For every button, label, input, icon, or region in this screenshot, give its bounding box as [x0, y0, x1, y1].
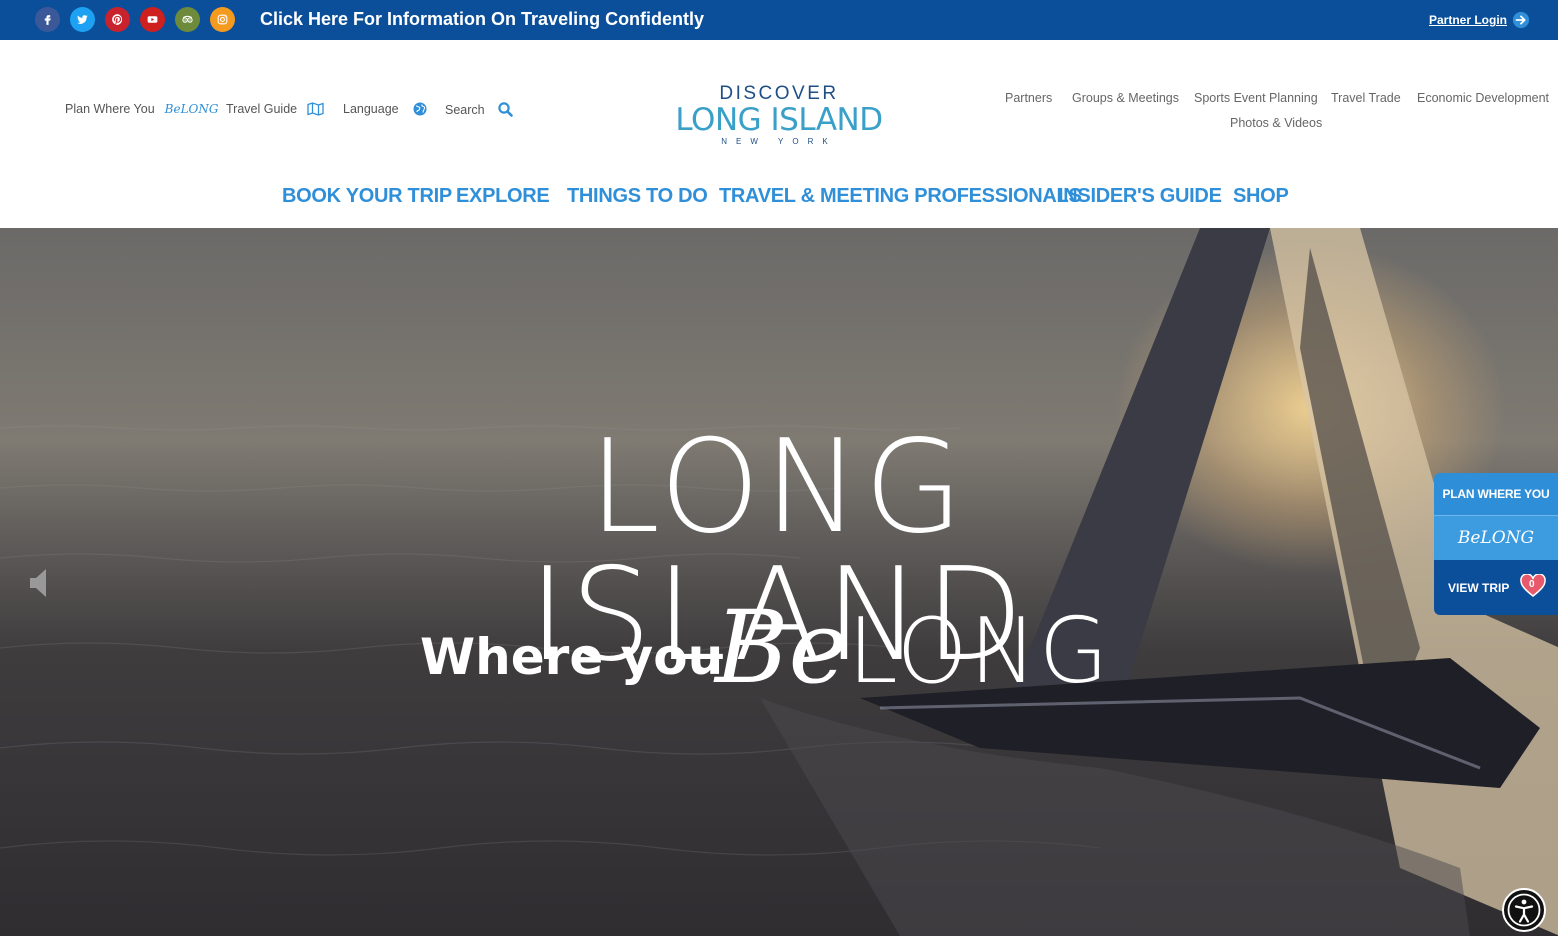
plan-where-you-label[interactable]: PLAN WHERE YOU	[1434, 473, 1558, 515]
globe-icon	[413, 102, 427, 116]
youtube-icon[interactable]	[140, 7, 165, 32]
groups-meetings-link[interactable]: Groups & Meetings	[1072, 91, 1179, 105]
plan-label: Plan Where You	[65, 102, 155, 116]
twitter-icon[interactable]	[70, 7, 95, 32]
logo-new-york: NEW YORK	[721, 137, 836, 146]
mute-speaker-icon[interactable]	[28, 568, 50, 598]
discover-long-island-logo[interactable]: DISCOVER LONG ISLAND NEW YORK	[672, 80, 887, 148]
plan-where-you-belong-link[interactable]: Plan Where You BeLONG	[65, 102, 218, 116]
hero-belong-be: Be	[715, 589, 848, 706]
partner-login-link[interactable]: Partner Login	[1429, 13, 1507, 27]
traveling-confidently-link[interactable]: Click Here For Information On Traveling …	[260, 9, 704, 30]
search-label: Search	[445, 102, 485, 117]
language-selector[interactable]: Language	[343, 102, 427, 116]
nav-travel-meeting-professionals[interactable]: TRAVEL & MEETING PROFESSIONALS	[719, 185, 1082, 208]
belong-logo-text: BeLONG	[164, 102, 219, 116]
partners-link[interactable]: Partners	[1005, 91, 1052, 105]
top-bar: Click Here For Information On Traveling …	[0, 0, 1558, 40]
nav-book-your-trip[interactable]: BOOK YOUR TRIP	[282, 185, 452, 208]
trip-planner-widget[interactable]: PLAN WHERE YOU BeLONG VIEW TRIP 0	[1434, 473, 1558, 615]
travel-guide-link[interactable]: Travel Guide	[226, 102, 324, 116]
search-icon	[497, 102, 513, 117]
trip-count-badge: 0	[1529, 579, 1535, 590]
hero-belong-logo: BeLONG	[715, 598, 1111, 698]
widget-belong-text: BeLONG	[1457, 528, 1535, 548]
nav-things-to-do[interactable]: THINGS TO DO	[567, 185, 708, 208]
hero-subtitle: Where you	[420, 628, 724, 686]
accessibility-icon[interactable]	[1502, 888, 1546, 932]
sports-event-planning-link[interactable]: Sports Event Planning	[1194, 91, 1318, 105]
view-trip-button[interactable]: VIEW TRIP 0	[1434, 560, 1558, 615]
view-trip-label: VIEW TRIP	[1448, 580, 1510, 595]
logo-discover: DISCOVER	[719, 83, 838, 104]
economic-development-link[interactable]: Economic Development	[1417, 91, 1549, 105]
nav-insiders-guide[interactable]: INSIDER'S GUIDE	[1058, 185, 1222, 208]
travel-trade-link[interactable]: Travel Trade	[1331, 91, 1401, 105]
tripadvisor-icon[interactable]	[175, 7, 200, 32]
language-label: Language	[343, 102, 399, 116]
hero-video: LONG ISLAND Where you BeLONG	[0, 228, 1558, 936]
logo-long-island: LONG ISLAND	[675, 102, 882, 138]
widget-belong-logo[interactable]: BeLONG	[1434, 515, 1558, 560]
nav-explore[interactable]: EXPLORE	[456, 185, 550, 208]
pinterest-icon[interactable]	[105, 7, 130, 32]
arrow-right-circle-icon[interactable]	[1512, 11, 1530, 29]
belong-logo-icon: BeLONG	[165, 102, 219, 116]
hero-belong-long: LONG	[847, 599, 1111, 704]
travel-guide-label: Travel Guide	[226, 102, 298, 116]
map-icon	[307, 102, 324, 116]
instagram-icon[interactable]	[210, 7, 235, 32]
photos-videos-link[interactable]: Photos & Videos	[1230, 116, 1322, 130]
search-toggle[interactable]: Search	[445, 102, 513, 117]
nav-shop[interactable]: SHOP	[1233, 185, 1289, 208]
facebook-icon[interactable]	[35, 7, 60, 32]
